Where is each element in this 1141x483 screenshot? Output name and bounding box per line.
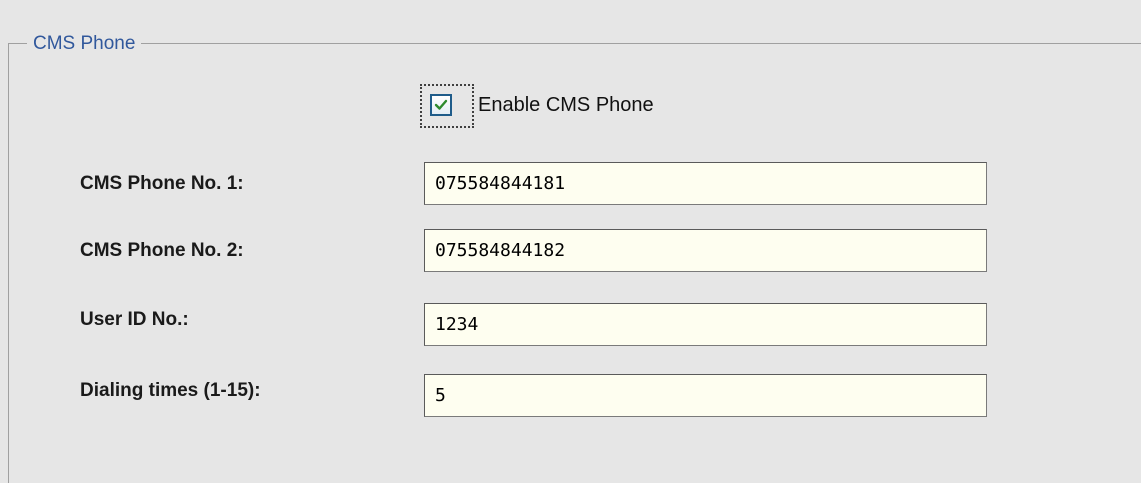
dialing-times-input[interactable] — [424, 374, 987, 417]
user-id-label: User ID No.: — [80, 309, 189, 330]
enable-cms-phone-checkbox[interactable] — [430, 94, 452, 116]
enable-cms-phone-label[interactable]: Enable CMS Phone — [478, 92, 654, 118]
checkmark-icon — [434, 99, 448, 110]
cms-phone-1-label: CMS Phone No. 1: — [80, 173, 244, 194]
cms-phone-2-label: CMS Phone No. 2: — [80, 240, 244, 261]
dialing-times-label: Dialing times (1-15): — [80, 380, 261, 401]
group-title: CMS Phone — [27, 33, 142, 55]
cms-phone-1-input[interactable] — [424, 162, 987, 205]
user-id-input[interactable] — [424, 303, 987, 346]
cms-phone-2-input[interactable] — [424, 229, 987, 272]
